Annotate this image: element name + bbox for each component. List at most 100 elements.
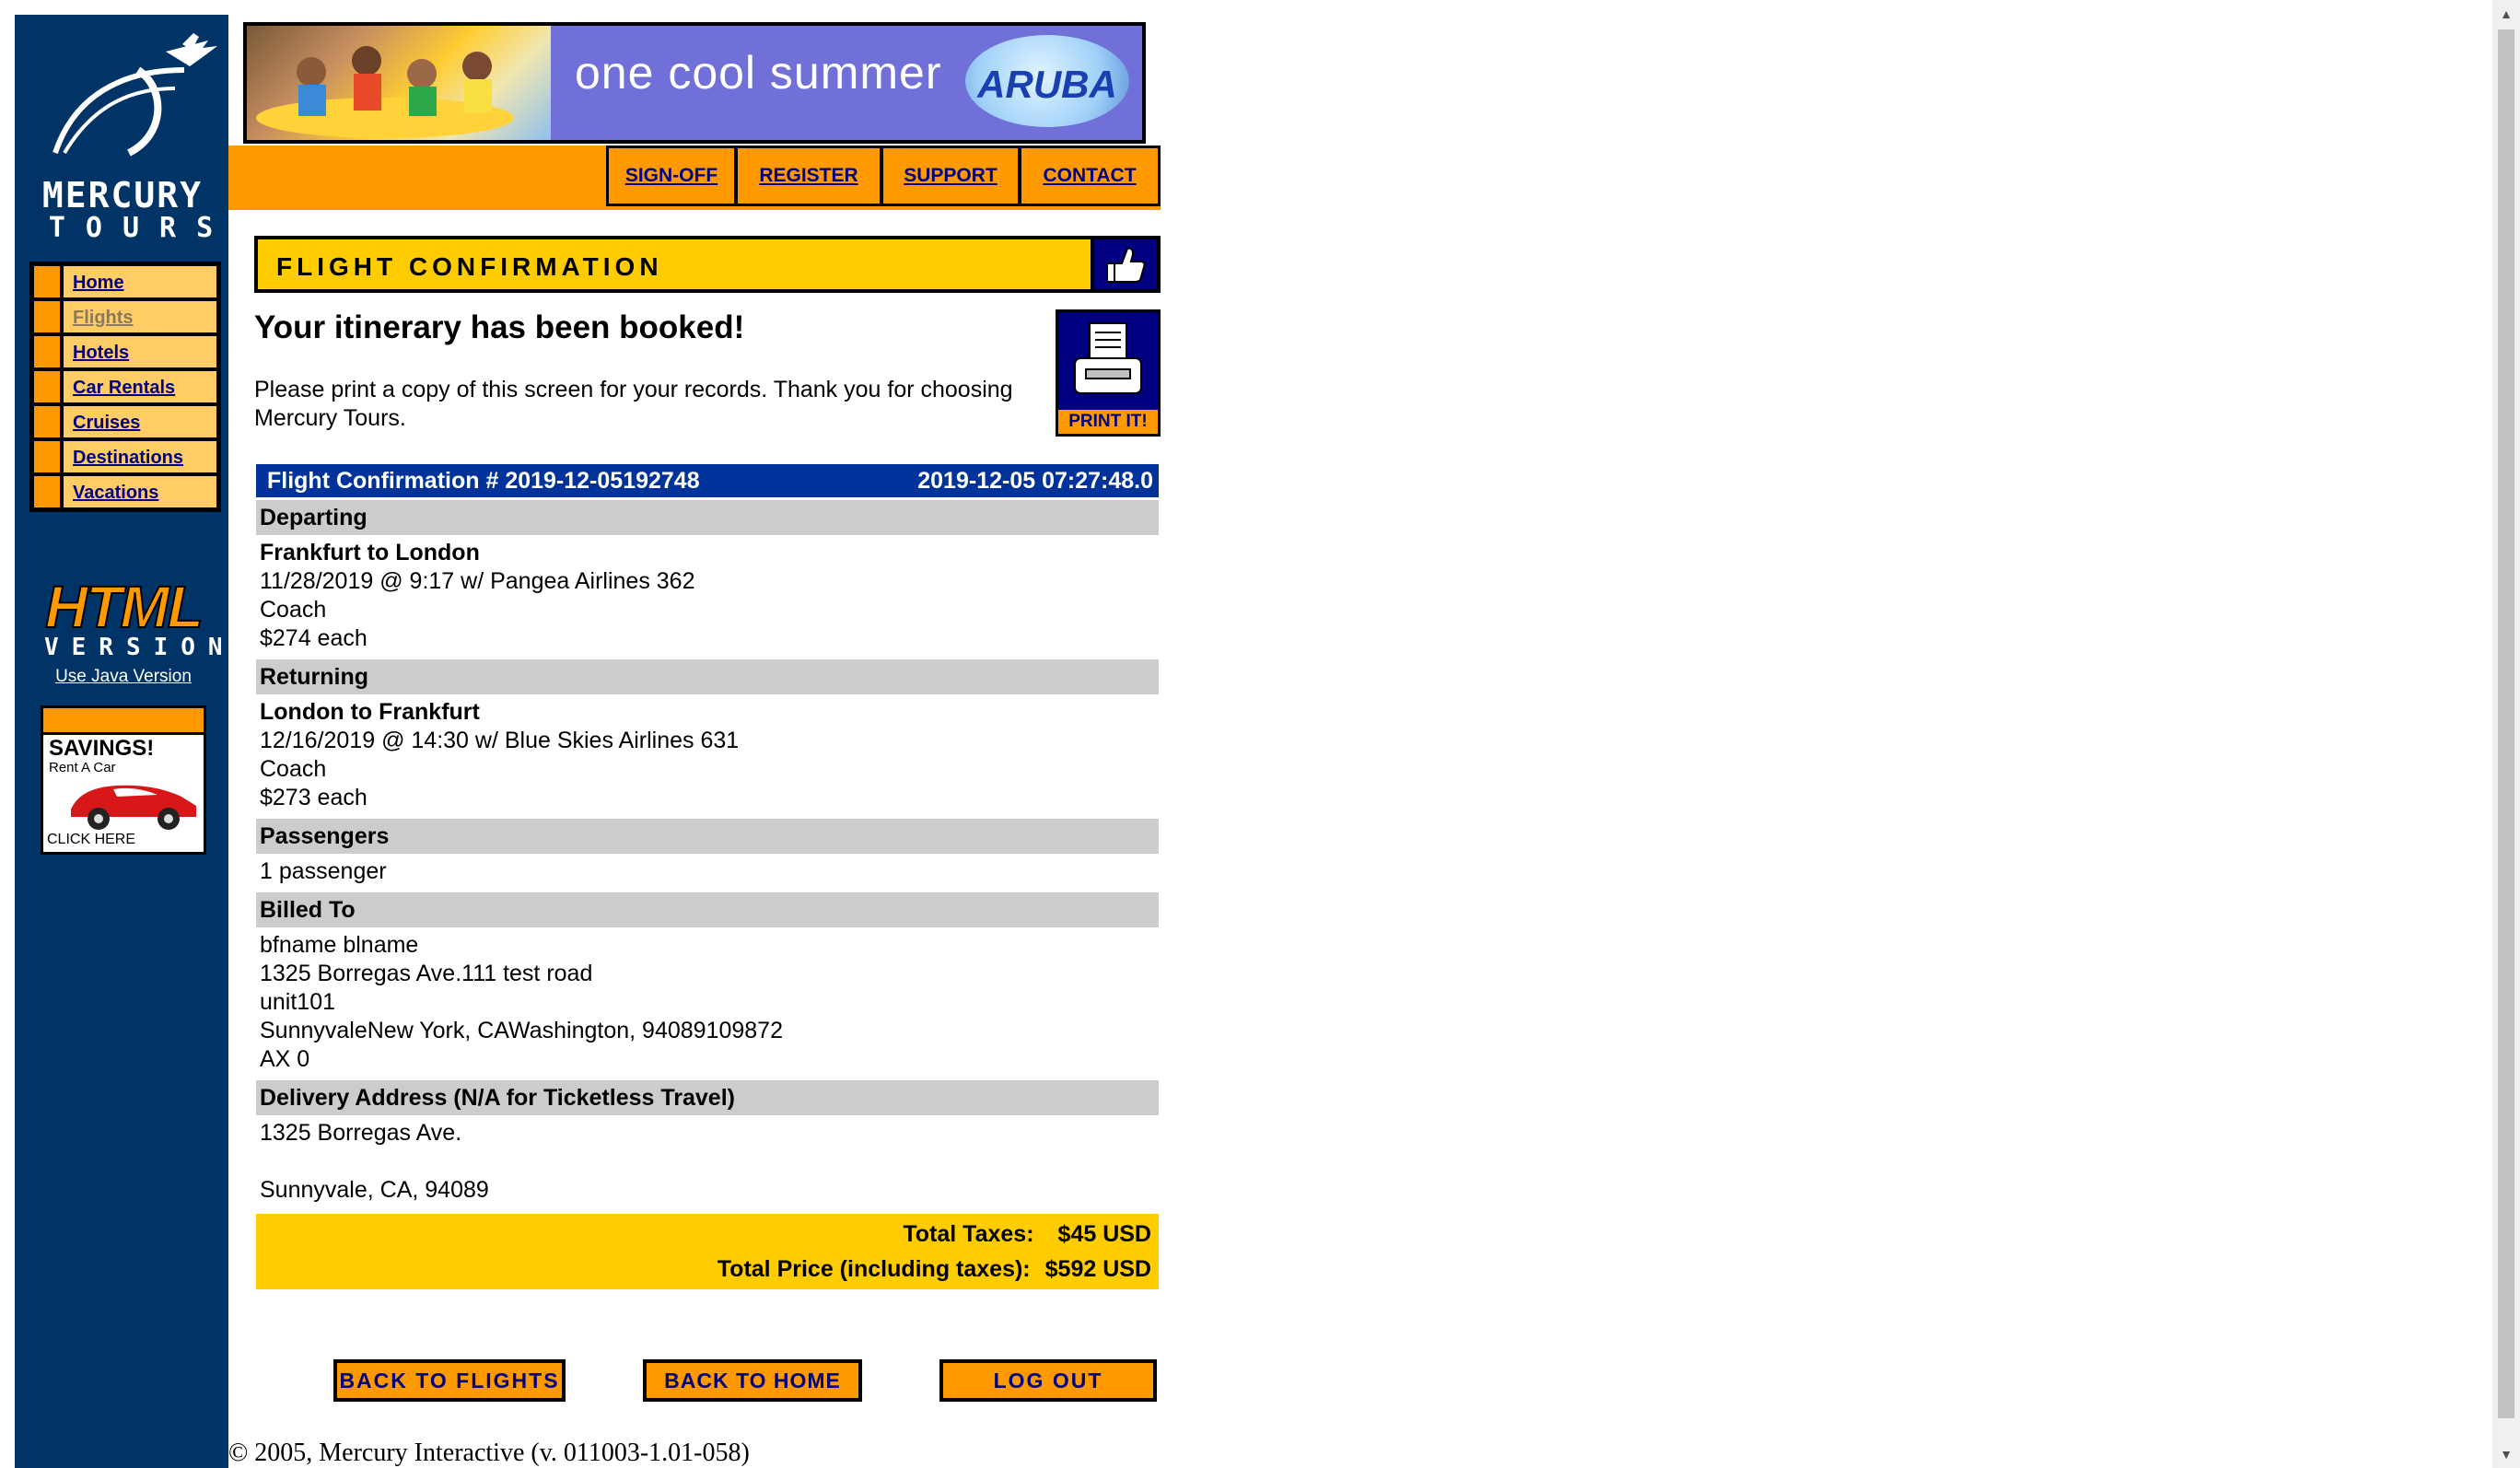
confirmation-datetime: 2019-12-05 07:27:48.0 (917, 468, 1153, 494)
confirmation-number: Flight Confirmation # 2019-12-05192748 (267, 468, 700, 494)
aruba-ad-banner[interactable]: one cool summer ARUBA (243, 22, 1146, 144)
billing-address-line2: unit101 (260, 989, 336, 1015)
billed-to-header: Billed To (256, 892, 1159, 927)
back-to-home-button[interactable]: BACK TO HOME (643, 1359, 862, 1402)
nav-bullet (34, 406, 64, 437)
scroll-up-arrow-icon[interactable]: ▲ (2492, 0, 2520, 28)
passengers-header: Passengers (256, 819, 1159, 854)
nav-link-home[interactable]: Home (73, 273, 124, 294)
sidebar-item-vacations: Vacations (34, 476, 216, 507)
scrollbar-thumb[interactable] (2498, 29, 2514, 1418)
nav-link-flights[interactable]: Flights (73, 308, 134, 329)
register-link[interactable]: REGISTER (735, 146, 882, 206)
confirmation-header: Flight Confirmation # 2019-12-05192748 2… (256, 464, 1159, 497)
passenger-count: 1 passenger (260, 858, 387, 884)
departing-route: Frankfurt to London (260, 540, 480, 565)
total-taxes-row: Total Taxes: $45 USD (903, 1221, 1151, 1248)
contact-link[interactable]: CONTACT (1019, 146, 1161, 206)
thumbs-up-icon (1106, 247, 1146, 283)
aruba-logo-text: ARUBA (977, 63, 1117, 106)
total-taxes-label: Total Taxes: (903, 1221, 1034, 1247)
sidebar-nav: Home Flights Hotels Car Rentals Cruises … (29, 262, 221, 512)
delivery-address-header: Delivery Address (N/A for Ticketless Tra… (256, 1080, 1159, 1115)
support-link[interactable]: SUPPORT (881, 146, 1021, 206)
banner-photo (247, 26, 551, 140)
banner-slogan: one cool summer (575, 47, 942, 99)
billing-name: bfname blname (260, 932, 419, 958)
total-taxes-value: $45 USD (1057, 1221, 1151, 1247)
nav-link-car-rentals[interactable]: Car Rentals (73, 378, 175, 399)
total-price-label: Total Price (including taxes): (717, 1256, 1031, 1282)
booking-success-heading: Your itinerary has been booked! (254, 309, 745, 345)
left-sidebar: MERCURY TOURS Home Flights Hotels Car Re… (15, 15, 228, 1468)
nav-bullet (34, 371, 64, 402)
total-price-value: $592 USD (1044, 1256, 1151, 1282)
delivery-address-details: 1325 Borregas Ave. Sunnyvale, CA, 94089 (256, 1115, 1159, 1208)
delivery-city-line: Sunnyvale, CA, 94089 (260, 1177, 489, 1203)
delivery-address-line1: 1325 Borregas Ave. (260, 1120, 462, 1146)
itinerary-table: Flight Confirmation # 2019-12-05192748 2… (256, 464, 1159, 1289)
departing-class: Coach (260, 597, 327, 623)
returning-flight-info: 12/16/2019 @ 14:30 w/ Blue Skies Airline… (260, 728, 740, 753)
totals-box: Total Taxes: $45 USD Total Price (includi… (256, 1214, 1159, 1289)
sidebar-item-home: Home (34, 266, 216, 297)
savings-ad-banner[interactable]: SAVINGS! Rent A Car CLICK HERE (41, 705, 206, 855)
passengers-details: 1 passenger (256, 854, 1159, 890)
sidebar-item-flights: Flights (34, 301, 216, 332)
departing-details: Frankfurt to London 11/28/2019 @ 9:17 w/… (256, 535, 1159, 657)
nav-bullet (34, 476, 64, 507)
returning-header: Returning (256, 659, 1159, 694)
sidebar-item-hotels: Hotels (34, 336, 216, 367)
nav-link-hotels[interactable]: Hotels (73, 343, 129, 364)
vertical-scrollbar[interactable]: ▲ ▼ (2492, 0, 2520, 1468)
nav-link-vacations[interactable]: Vacations (73, 483, 158, 504)
savings-ad-title: SAVINGS! (49, 736, 155, 761)
html-version-subtitle: VERSION (44, 634, 236, 661)
log-out-button[interactable]: LOG OUT (939, 1359, 1157, 1402)
logo-text-tours: TOURS (48, 212, 234, 244)
sidebar-item-destinations: Destinations (34, 441, 216, 472)
aruba-logo: ARUBA (965, 35, 1129, 127)
departing-price: $274 each (260, 625, 368, 651)
mercury-tours-logo[interactable]: MERCURY TOURS (28, 33, 217, 245)
java-version-link[interactable]: Use Java Version (33, 667, 214, 687)
car-icon (71, 785, 196, 830)
nav-bullet (34, 266, 64, 297)
print-button[interactable]: PRINT IT! (1056, 309, 1161, 437)
billing-address-line1: 1325 Borregas Ave.111 test road (260, 961, 593, 986)
nav-link-cruises[interactable]: Cruises (73, 413, 140, 434)
billed-to-details: bfname blname 1325 Borregas Ave.111 test… (256, 927, 1159, 1078)
departing-header: Departing (256, 500, 1159, 535)
airplane-logo-icon (52, 33, 217, 157)
savings-ad-stripe (43, 708, 204, 735)
print-label: PRINT IT! (1058, 410, 1158, 434)
sidebar-item-cruises: Cruises (34, 406, 216, 437)
returning-price: $273 each (260, 785, 368, 810)
scroll-down-arrow-icon[interactable]: ▼ (2492, 1440, 2520, 1468)
billing-city-line: SunnyvaleNew York, CAWashington, 9408910… (260, 1018, 783, 1043)
nav-bullet (34, 336, 64, 367)
logo-text-mercury: MERCURY (41, 175, 204, 216)
sign-off-link[interactable]: SIGN-OFF (606, 146, 737, 206)
section-header: FLIGHT CONFIRMATION (254, 236, 1161, 293)
savings-ad-cta: CLICK HERE (47, 832, 136, 847)
nav-link-destinations[interactable]: Destinations (73, 448, 183, 469)
beach-raft-icon (256, 46, 514, 138)
booking-success-message: Please print a copy of this screen for y… (254, 377, 1013, 431)
page-title: FLIGHT CONFIRMATION (276, 252, 663, 281)
total-price-row: Total Price (including taxes): $592 USD (718, 1256, 1151, 1283)
back-to-flights-button[interactable]: BACK TO FLIGHTS (333, 1359, 566, 1402)
thumbs-up-box (1091, 239, 1157, 289)
departing-flight-info: 11/28/2019 @ 9:17 w/ Pangea Airlines 362 (260, 568, 695, 594)
returning-route: London to Frankfurt (260, 699, 480, 725)
html-version-badge: HTML VERSION Use Java Version (33, 554, 223, 693)
sidebar-item-car-rentals: Car Rentals (34, 371, 216, 402)
printer-icon (1074, 322, 1142, 394)
delivery-address-blank-line (260, 1148, 1159, 1176)
returning-details: London to Frankfurt 12/16/2019 @ 14:30 w… (256, 694, 1159, 816)
copyright-footer: © 2005, Mercury Interactive (v. 011003-1… (228, 1439, 750, 1467)
nav-bullet (34, 441, 64, 472)
returning-class: Coach (260, 756, 327, 782)
billing-card: AX 0 (260, 1046, 310, 1072)
html-version-title: HTML (44, 573, 204, 641)
